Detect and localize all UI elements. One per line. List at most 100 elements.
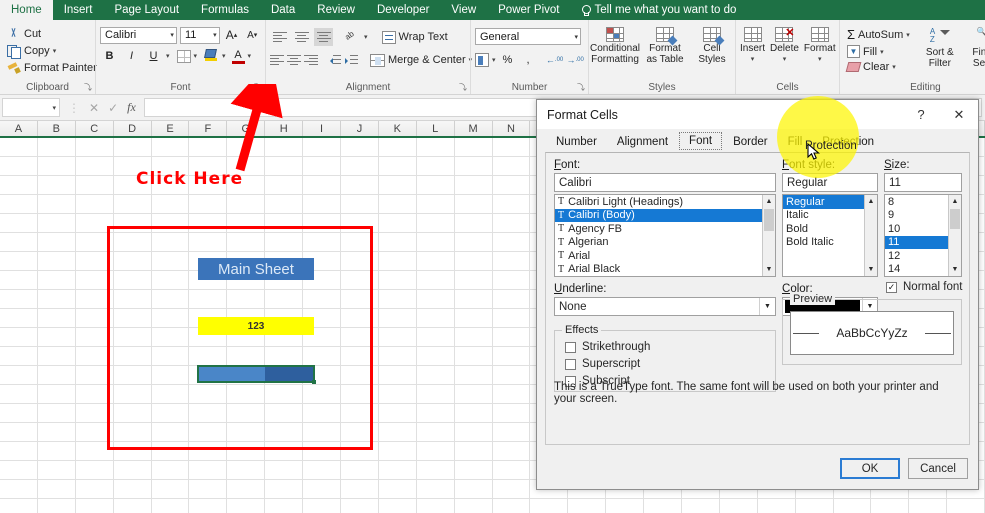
alignment-dialog-launcher[interactable] <box>459 84 467 92</box>
ribbon-tab-view[interactable]: View <box>440 0 487 20</box>
grid-cell[interactable] <box>0 480 38 499</box>
grid-cell[interactable] <box>416 214 455 233</box>
grid-cell[interactable] <box>492 328 531 347</box>
format-cells-button[interactable]: Format ▾ <box>804 27 836 63</box>
decrease-decimal-button[interactable]: → .00 <box>566 51 584 69</box>
align-left-button[interactable] <box>270 51 284 69</box>
grid-cell[interactable] <box>454 195 493 214</box>
grid-cell[interactable] <box>0 461 38 480</box>
column-header-D[interactable]: D <box>113 121 152 136</box>
grid-cell[interactable] <box>341 499 379 513</box>
grid-cell[interactable] <box>227 499 266 513</box>
sort-filter-button[interactable]: AZ Sort & Filter <box>919 26 961 70</box>
grid-cell[interactable] <box>0 290 38 309</box>
grid-cell[interactable] <box>303 499 342 513</box>
grid-cell[interactable] <box>378 385 417 404</box>
dialog-tab-alignment[interactable]: Alignment <box>608 134 677 150</box>
list-item[interactable]: T Algerian <box>555 236 775 250</box>
grid-cell[interactable] <box>416 157 455 176</box>
cancel-button[interactable]: Cancel <box>908 458 968 479</box>
delete-cells-button[interactable]: ✕ Delete ▾ <box>770 27 799 63</box>
ribbon-tab-review[interactable]: Review <box>306 0 366 20</box>
grid-cell[interactable] <box>454 176 493 195</box>
grid-cell[interactable] <box>492 461 531 480</box>
grid-cell[interactable] <box>0 385 38 404</box>
grid-cell[interactable] <box>75 176 114 195</box>
grid-cell[interactable] <box>492 480 531 499</box>
percent-style-button[interactable]: % <box>499 51 517 69</box>
format-painter-button[interactable]: Format Painter <box>4 60 100 76</box>
grid-cell[interactable] <box>416 252 455 271</box>
grid-cell[interactable] <box>492 366 531 385</box>
grid-cell[interactable] <box>454 252 493 271</box>
grid-cell[interactable] <box>37 176 76 195</box>
grid-cell[interactable] <box>303 157 342 176</box>
underline-combo[interactable]: None ▼ <box>554 297 776 316</box>
comma-style-button[interactable]: , <box>519 51 537 69</box>
grid-cell[interactable] <box>37 442 76 461</box>
cell-123[interactable]: 123 <box>198 317 314 335</box>
scroll-up-icon[interactable]: ▲ <box>949 195 961 208</box>
orientation-button[interactable] <box>342 28 361 46</box>
grid-cell[interactable] <box>947 499 985 513</box>
grid-cell[interactable] <box>416 385 455 404</box>
clipboard-dialog-launcher[interactable] <box>84 84 92 92</box>
insert-cells-button[interactable]: Insert ▾ <box>740 27 765 63</box>
grid-cell[interactable] <box>454 480 493 499</box>
grid-cell[interactable] <box>227 480 266 499</box>
grid-cell[interactable] <box>644 499 683 513</box>
grid-cell[interactable] <box>37 404 76 423</box>
grid-cell[interactable] <box>37 290 76 309</box>
grid-cell[interactable] <box>189 499 228 513</box>
grid-cell[interactable] <box>189 480 228 499</box>
help-button[interactable]: ? <box>902 100 940 129</box>
grid-cell[interactable] <box>0 309 38 328</box>
list-item[interactable]: Bold Italic <box>783 236 877 250</box>
grid-cell[interactable] <box>454 138 493 157</box>
grid-cell[interactable] <box>37 252 76 271</box>
grid-cell[interactable] <box>37 423 76 442</box>
grid-cell[interactable] <box>378 214 417 233</box>
chevron-down-icon[interactable]: ▾ <box>222 52 226 60</box>
scroll-down-icon[interactable]: ▼ <box>763 263 775 276</box>
grid-cell[interactable] <box>606 499 645 513</box>
grid-cell[interactable] <box>303 461 342 480</box>
scrollbar-thumb[interactable] <box>764 209 774 231</box>
grid-cell[interactable] <box>416 404 455 423</box>
grid-cell[interactable] <box>416 176 455 195</box>
grid-cell[interactable] <box>417 499 455 513</box>
strikethrough-checkbox[interactable]: Strikethrough <box>565 341 775 353</box>
list-item[interactable]: Italic <box>783 209 877 223</box>
grid-cell[interactable] <box>568 499 607 513</box>
grid-cell[interactable] <box>378 480 417 499</box>
chevron-down-icon[interactable]: ▾ <box>892 63 896 71</box>
cell-styles-button[interactable]: Cell Styles <box>693 27 731 65</box>
grid-cell[interactable] <box>416 138 455 157</box>
grid-cell[interactable] <box>37 366 76 385</box>
grid-cell[interactable] <box>492 309 531 328</box>
grid-cell[interactable] <box>303 176 342 195</box>
name-box[interactable]: ▾ <box>2 98 60 117</box>
grid-cell[interactable] <box>378 461 417 480</box>
grid-cell[interactable] <box>492 157 531 176</box>
format-as-table-button[interactable]: Format as Table <box>643 27 687 65</box>
grid-cell[interactable] <box>37 214 76 233</box>
font-style-list[interactable]: Regular Italic Bold Bold Italic ▲ ▼ <box>782 194 878 277</box>
grid-cell[interactable] <box>189 195 228 214</box>
column-header-J[interactable]: J <box>341 121 379 136</box>
grid-cell[interactable] <box>75 157 114 176</box>
ribbon-tab-formulas[interactable]: Formulas <box>190 0 260 20</box>
wrap-text-button[interactable]: Wrap Text <box>379 30 451 45</box>
column-header-A[interactable]: A <box>0 121 38 136</box>
font-style-input[interactable]: Regular <box>782 173 878 192</box>
grid-cell[interactable] <box>0 176 38 195</box>
grid-cell[interactable] <box>113 480 152 499</box>
decrease-font-size-button[interactable]: A ▾ <box>243 26 261 44</box>
grid-cell[interactable] <box>454 271 493 290</box>
grid-cell[interactable] <box>378 347 417 366</box>
align-bottom-button[interactable] <box>314 28 333 46</box>
grid-cell[interactable] <box>416 328 455 347</box>
column-header-L[interactable]: L <box>416 121 455 136</box>
grid-cell[interactable] <box>416 423 455 442</box>
grid-cell[interactable] <box>38 499 76 513</box>
